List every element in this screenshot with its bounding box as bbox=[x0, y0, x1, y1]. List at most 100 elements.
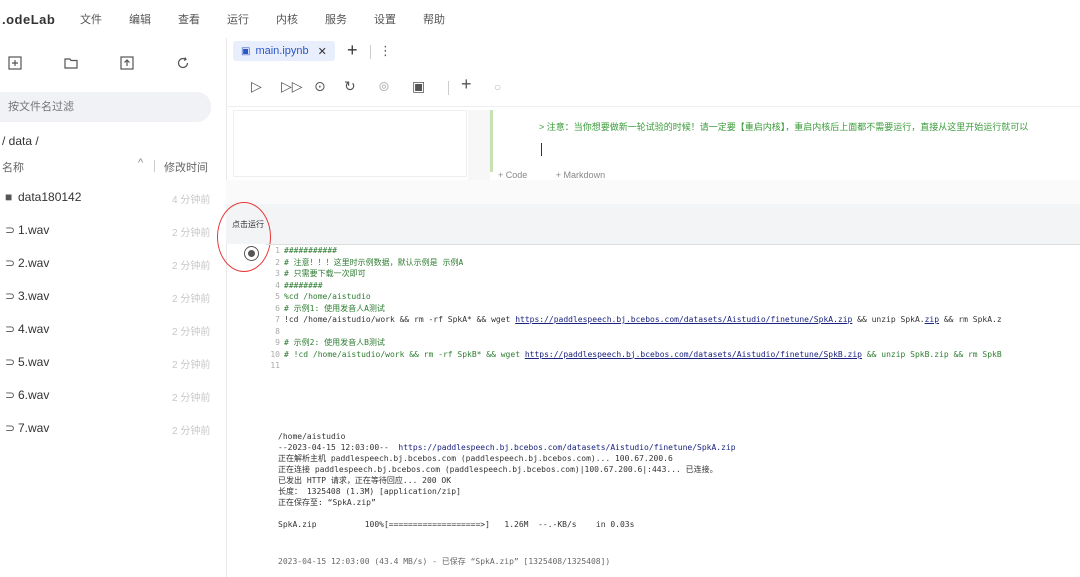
add-markdown-button[interactable]: + Markdown bbox=[556, 170, 605, 180]
restart-kernel-icon[interactable]: ↻ bbox=[344, 78, 356, 95]
menu-file[interactable]: 文件 bbox=[80, 11, 102, 27]
code-text: %cd /home/aistudio bbox=[284, 292, 371, 301]
output-line: 已发出 HTTP 请求，正在等待回应... 200 OK bbox=[278, 475, 736, 486]
tab-main-notebook[interactable]: ▣ main.ipynb ✕ bbox=[233, 41, 335, 61]
menu-service[interactable]: 服务 bbox=[325, 11, 347, 27]
column-divider bbox=[154, 160, 155, 172]
file-filter-input[interactable] bbox=[6, 100, 200, 114]
line-number: 11 bbox=[270, 361, 280, 370]
tab-divider bbox=[370, 45, 371, 59]
new-folder-icon[interactable] bbox=[63, 56, 79, 72]
breadcrumb[interactable]: / data / bbox=[2, 134, 39, 148]
code-text: && rm SpkA.z bbox=[939, 315, 1002, 324]
run-cell-button[interactable] bbox=[244, 246, 259, 261]
cell-rail bbox=[468, 110, 490, 180]
menu-help[interactable]: 帮助 bbox=[423, 11, 445, 27]
output-text: 正在保存至: “SpkA.zip” bbox=[278, 498, 376, 507]
file-row[interactable]: ⊃ 7.wav 2 分钟前 bbox=[0, 419, 226, 439]
file-icon: ⊃ bbox=[5, 355, 16, 369]
col-modified-header[interactable]: 修改时间 bbox=[164, 159, 208, 175]
folder-icon: ■ bbox=[5, 190, 13, 204]
line-number: 6 bbox=[275, 303, 280, 313]
code-link[interactable]: https://paddlespeech.bj.bcebos.com/datas… bbox=[525, 350, 862, 359]
file-time: 2 分钟前 bbox=[172, 393, 211, 404]
upload-icon[interactable] bbox=[119, 56, 135, 72]
menu-edit[interactable]: 编辑 bbox=[129, 11, 151, 27]
line-number: 10 bbox=[270, 349, 280, 359]
code-text: # 注意！！！这里时示例数据，默认示例是 示例A bbox=[284, 257, 464, 267]
menu-view[interactable]: 查看 bbox=[178, 11, 200, 27]
code-link[interactable]: https://paddlespeech.bj.bcebos.com/datas… bbox=[515, 315, 852, 324]
file-icon: ⊃ bbox=[5, 322, 16, 336]
file-name: 5.wav bbox=[18, 355, 50, 369]
refresh-icon[interactable] bbox=[175, 56, 191, 72]
markdown-cell[interactable]: > 注意：当你想要做新一轮试验的时候！请一定要【重启内核】，重启内核后上面都不需… bbox=[490, 110, 1080, 172]
new-tab-icon[interactable]: + bbox=[347, 40, 358, 61]
menu-run[interactable]: 运行 bbox=[227, 11, 249, 27]
output-text: 正在解析主机 paddlespeech.bj.bcebos.com (paddl… bbox=[278, 454, 673, 463]
col-name-header[interactable]: 名称 bbox=[2, 159, 24, 175]
add-cell-icon[interactable]: + bbox=[461, 74, 472, 95]
code-line: 11 bbox=[268, 360, 1002, 372]
file-row[interactable]: ⊃ 3.wav 2 分钟前 bbox=[0, 287, 226, 307]
new-launcher-icon[interactable] bbox=[7, 56, 23, 72]
code-line: 8 bbox=[268, 326, 1002, 338]
output-line bbox=[278, 508, 736, 519]
more-icon[interactable]: ⋮ bbox=[379, 43, 392, 59]
file-time: 2 分钟前 bbox=[172, 228, 211, 239]
code-line: 6 # 示例1: 使用发音人A测试 bbox=[268, 303, 1002, 315]
restart-run-icon[interactable]: ⊙ bbox=[314, 78, 326, 95]
interrupt-icon[interactable]: ⊚ bbox=[378, 78, 390, 95]
output-line: 正在保存至: “SpkA.zip” bbox=[278, 497, 736, 508]
output-link[interactable]: https://paddlespeech.bj.bcebos.com/datas… bbox=[398, 443, 735, 452]
run-hint-bar bbox=[226, 204, 1080, 244]
menu-kernel[interactable]: 内核 bbox=[276, 11, 298, 27]
file-name: 2.wav bbox=[18, 256, 50, 270]
close-tab-icon[interactable]: ✕ bbox=[318, 45, 327, 58]
output-text: 长度： 1325408 (1.3M) [application/zip] bbox=[278, 487, 461, 496]
run-all-icon[interactable]: ▷▷ bbox=[281, 78, 303, 95]
file-row[interactable]: ⊃ 4.wav 2 分钟前 bbox=[0, 320, 226, 340]
markdown-note: > 注意：当你想要做新一轮试验的时候！请一定要【重启内核】，重启内核后上面都不需… bbox=[539, 122, 1029, 132]
code-text: ########### bbox=[284, 246, 337, 255]
output-text: 已发出 HTTP 请求，正在等待回应... 200 OK bbox=[278, 476, 452, 485]
add-code-button[interactable]: + Code bbox=[498, 170, 527, 180]
file-row[interactable]: ⊃ 5.wav 2 分钟前 bbox=[0, 353, 226, 373]
file-name: 3.wav bbox=[18, 289, 50, 303]
empty-cell[interactable] bbox=[233, 110, 467, 177]
file-row[interactable]: ⊃ 2.wav 2 分钟前 bbox=[0, 254, 226, 274]
code-line: 10 # !cd /home/aistudio/work && rm -rf Sp… bbox=[268, 349, 1002, 361]
save-icon[interactable]: ▣ bbox=[412, 78, 425, 95]
menu-settings[interactable]: 设置 bbox=[374, 11, 396, 27]
code-cell[interactable]: 1 ########### 2 # 注意！！！这里时示例数据，默认示例是 示例A 3 # … bbox=[268, 245, 1002, 372]
tab-label: main.ipynb bbox=[255, 45, 309, 57]
code-link[interactable]: zip bbox=[925, 315, 939, 324]
file-row[interactable]: ■ data180142 4 分钟前 bbox=[0, 188, 226, 208]
output-line: --2023-04-15 12:03:00-- https://paddlesp… bbox=[278, 442, 736, 453]
file-name: 1.wav bbox=[18, 223, 50, 237]
file-time: 2 分钟前 bbox=[172, 294, 211, 305]
code-text: # !cd /home/aistudio/work && rm -rf SpkB… bbox=[284, 349, 525, 359]
code-text: && unzip SpkB.zip && rm SpkB bbox=[861, 349, 1002, 359]
text-caret bbox=[541, 143, 542, 156]
output-text: --2023-04-15 12:03:00-- bbox=[278, 443, 399, 452]
file-row[interactable]: ⊃ 1.wav 2 分钟前 bbox=[0, 221, 226, 241]
file-name: 4.wav bbox=[18, 322, 50, 336]
file-filter[interactable] bbox=[0, 92, 211, 122]
sort-caret-icon[interactable]: ^ bbox=[138, 157, 143, 169]
code-text: # 示例2: 使用发音人B测试 bbox=[284, 338, 385, 347]
line-number: 4 bbox=[275, 280, 280, 290]
output-line: 长度： 1325408 (1.3M) [application/zip] bbox=[278, 486, 736, 497]
code-line: 5 %cd /home/aistudio bbox=[268, 291, 1002, 303]
highlight-circle bbox=[217, 202, 271, 272]
run-cell-icon[interactable]: ▷ bbox=[251, 78, 262, 95]
app-logo: .odeLab bbox=[2, 11, 56, 27]
code-line: 9 # 示例2: 使用发音人B测试 bbox=[268, 337, 1002, 349]
output-text: /home/aistudio bbox=[278, 432, 346, 441]
cell-output: /home/aistudio --2023-04-15 12:03:00-- ht… bbox=[278, 431, 736, 530]
output-line: 正在连接 paddlespeech.bj.bcebos.com (paddles… bbox=[278, 464, 736, 475]
kernel-status-icon: ○ bbox=[494, 80, 502, 94]
tab-bar: ▣ main.ipynb ✕ + ⋮ bbox=[226, 38, 1080, 66]
file-time: 2 分钟前 bbox=[172, 327, 211, 338]
file-row[interactable]: ⊃ 6.wav 2 分钟前 bbox=[0, 386, 226, 406]
